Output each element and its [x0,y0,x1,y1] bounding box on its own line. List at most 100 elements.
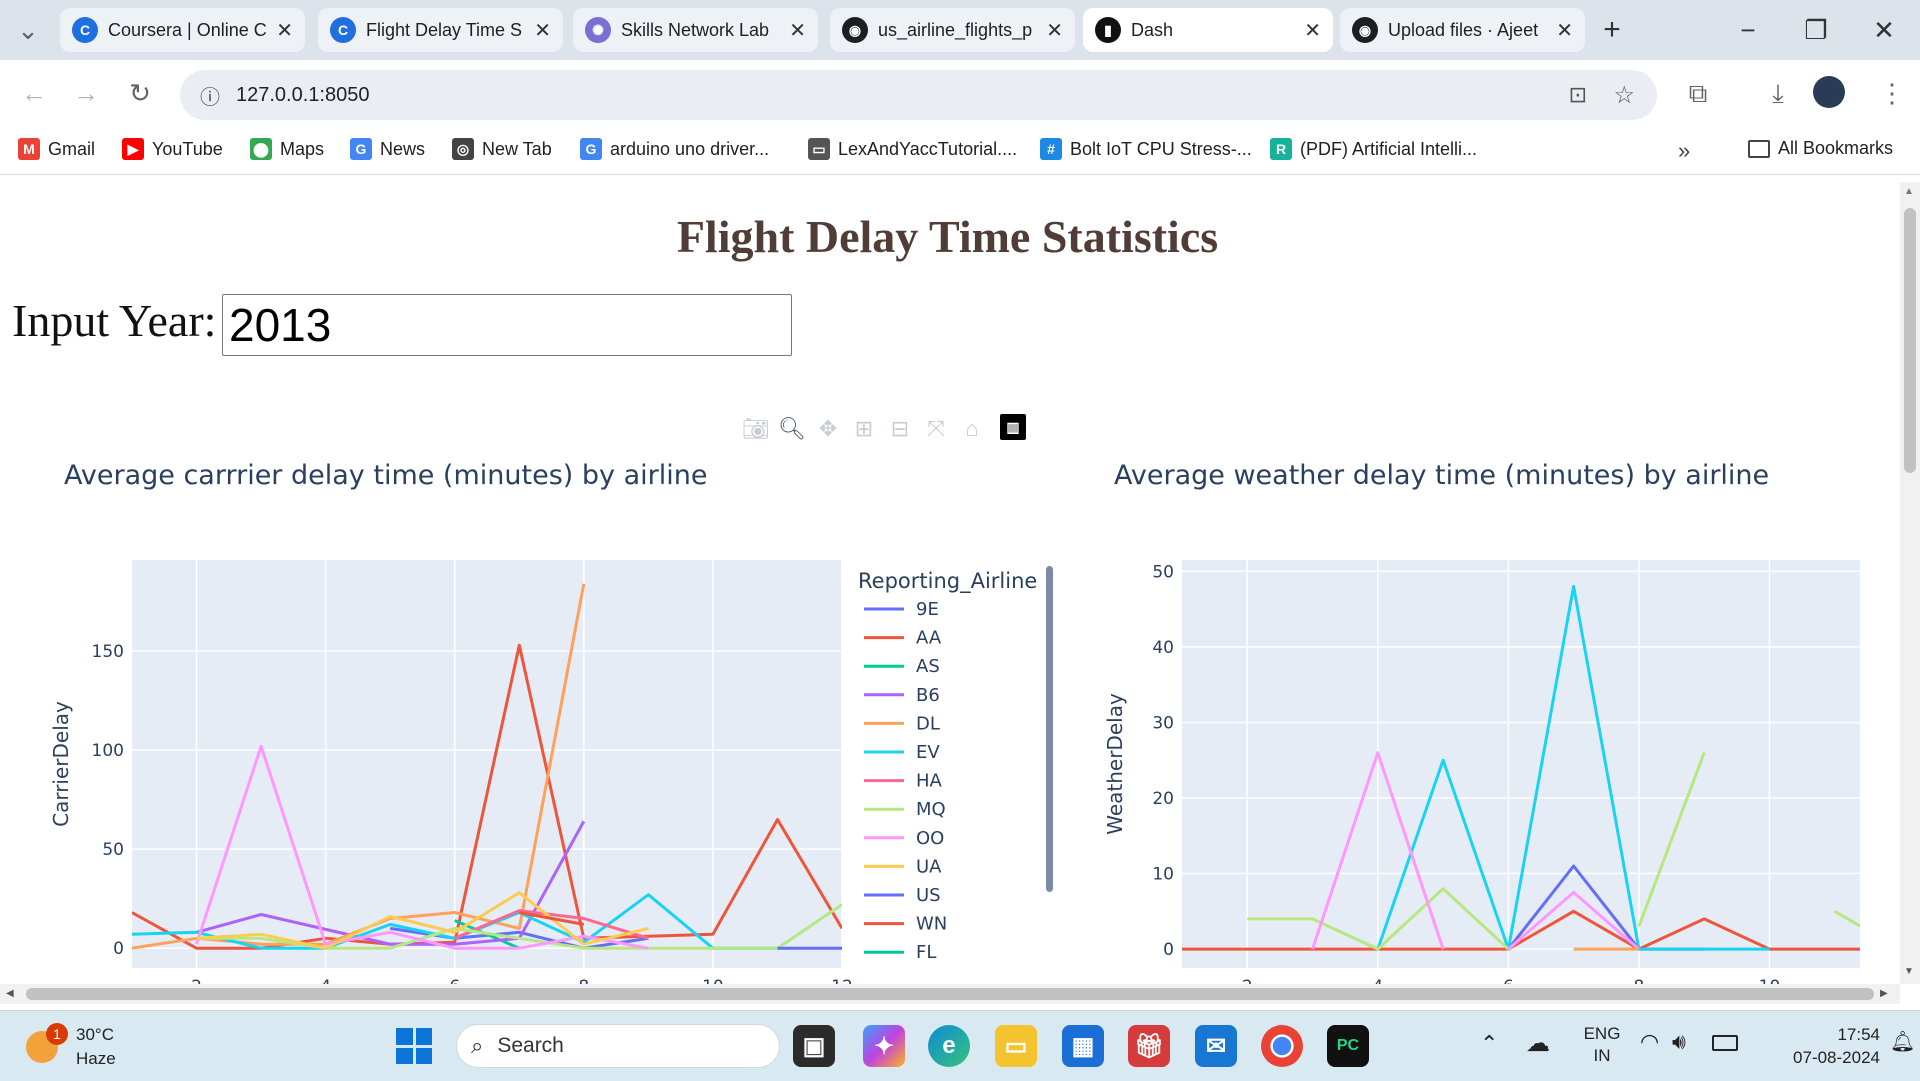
bookmark-3[interactable]: G News [350,138,425,160]
legend-item-9E: 9E [916,599,939,620]
legend-item-MQ: MQ [916,799,946,820]
task-view-icon[interactable]: ▣ [793,1025,835,1067]
new-tab-plus-icon[interactable]: + [1592,10,1632,50]
bookmark-label: YouTube [152,138,223,159]
x-tick-label: 10 [1759,977,1781,984]
y-tick-label: 50 [1152,562,1174,582]
bookmark-4[interactable]: ◎ New Tab [452,138,552,160]
site-info-icon[interactable]: ⓘ [200,81,220,110]
bookmark-label: Maps [280,138,325,159]
tab-close-icon[interactable]: ✕ [1046,18,1063,43]
bookmarks-overflow-icon[interactable]: » [1678,138,1690,164]
tab-title: Dash [1131,19,1174,40]
scroll-left-arrow-icon[interactable]: ◀ [6,988,14,999]
tab-3[interactable]: ◉ us_airline_flights_p ✕ [830,8,1075,52]
profile-avatar[interactable] [1813,76,1845,108]
minimize-icon[interactable]: − [1728,10,1768,50]
weather-widget[interactable]: 1 30°C Haze [26,1023,156,1069]
tab-1[interactable]: C Flight Delay Time S ✕ [318,8,563,52]
chrome-icon[interactable] [1261,1025,1303,1067]
scroll-up-arrow-icon[interactable]: ▲ [1904,186,1914,197]
restore-icon[interactable]: ❐ [1796,10,1836,50]
bookmark-favicon-icon: ▶ [122,138,144,160]
bookmark-1[interactable]: ▶ YouTube [122,138,223,160]
y-tick-label: 100 [92,741,124,761]
tab-close-icon[interactable]: ✕ [276,18,293,43]
lens-icon[interactable]: ⊡ [1569,82,1587,108]
scroll-down-arrow-icon[interactable]: ▼ [1904,966,1914,977]
gift-icon[interactable]: 🎁︎ [1128,1025,1170,1067]
legend-item-US: US [916,885,941,906]
bookmark-0[interactable]: M Gmail [18,138,95,160]
taskbar-search[interactable]: ⌕ Search [456,1024,780,1068]
tab-close-icon[interactable]: ✕ [1556,18,1573,43]
tab-0[interactable]: C Coursera | Online C ✕ [60,8,305,52]
file-explorer-icon[interactable]: ▭ [995,1025,1037,1067]
weather-delay-chart: 2468101201020304050Average weather delay… [1103,460,1860,984]
notification-bell-icon[interactable]: 🔔︎ [1890,1029,1915,1054]
github-icon: ◉ [1352,17,1378,43]
x-tick-label: 8 [578,977,589,984]
all-bookmarks[interactable]: All Bookmarks [1748,138,1893,159]
tab-search-chevron-icon[interactable]: ⌄ [8,10,48,50]
scroll-right-arrow-icon[interactable]: ▶ [1880,988,1888,999]
tab-2[interactable]: ✺ Skills Network Lab ✕ [573,8,818,52]
microsoft-store-icon[interactable]: ▦ [1062,1025,1104,1067]
bookmark-star-icon[interactable]: ☆ [1613,81,1635,110]
pycharm-icon[interactable]: PC [1327,1025,1369,1067]
y-tick-label: 10 [1152,865,1174,885]
legend-item-OO: OO [916,828,944,849]
y-axis-label: CarrierDelay [49,701,73,827]
x-tick-label: 6 [1503,977,1514,984]
bookmark-label: arduino uno driver... [610,138,770,159]
x-tick-label: 12 [831,977,853,984]
reload-icon[interactable]: ↻ [120,73,160,113]
forward-arrow-icon[interactable]: → [66,73,106,113]
close-window-icon[interactable]: ✕ [1864,10,1904,50]
legend-scrollbar [1046,566,1053,892]
clock[interactable]: 17:54 07-08-2024 [1750,1023,1880,1069]
tab-5[interactable]: ◉ Upload files · Ajeet ✕ [1340,8,1585,52]
bookmark-6[interactable]: ▭ LexAndYaccTutorial.... [808,138,1017,160]
volume-icon[interactable]: 🔊︎ [1672,1029,1686,1055]
x-tick-label: 8 [1633,977,1644,984]
taskbar-search-placeholder: Search [497,1034,564,1057]
vertical-scroll-thumb[interactable] [1904,208,1916,473]
plot-area [132,560,842,968]
edge-icon[interactable]: e [928,1025,970,1067]
tab-close-icon[interactable]: ✕ [789,18,806,43]
legend-item-FL: FL [916,942,936,963]
bookmark-7[interactable]: # Bolt IoT CPU Stress-... [1040,138,1252,160]
copilot-icon[interactable]: ✦ [863,1025,905,1067]
extensions-icon[interactable]: ⧉ [1678,73,1718,113]
wifi-icon[interactable]: ◠ [1640,1029,1659,1055]
y-tick-label: 20 [1152,789,1174,809]
onedrive-cloud-icon[interactable]: ☁ [1526,1029,1550,1058]
clock-time: 17:54 [1837,1025,1880,1044]
tab-close-icon[interactable]: ✕ [534,18,551,43]
chart-title: Average carrrier delay time (minutes) by… [64,460,707,491]
mail-icon[interactable]: ✉ [1195,1025,1237,1067]
bookmark-favicon-icon: ◎ [452,138,474,160]
bookmark-5[interactable]: Garduino uno driver... [580,138,769,160]
tray-chevron-up-icon[interactable]: ⌃ [1480,1031,1498,1057]
tab-title: Skills Network Lab [621,19,770,40]
legend-item-AS: AS [916,656,940,677]
horizontal-scroll-thumb[interactable] [26,988,1874,1000]
address-bar[interactable]: ⓘ 127.0.0.1:8050 ⊡ ☆ [180,70,1657,120]
x-tick-label: 4 [320,977,331,984]
tab-4[interactable]: ▮ Dash ✕ [1083,8,1333,52]
x-tick-label: 2 [191,977,202,984]
language-indicator[interactable]: ENG IN [1578,1023,1626,1067]
menu-kebab-icon[interactable]: ⋮ [1872,73,1912,113]
legend-title: Reporting_Airline [858,569,1037,594]
battery-icon[interactable] [1712,1035,1738,1051]
back-arrow-icon[interactable]: ← [14,73,54,113]
downloads-icon[interactable]: ⤓ [1758,73,1798,113]
bookmark-8[interactable]: R (PDF) Artificial Intelli... [1270,138,1477,160]
bookmark-2[interactable]: ⬤ Maps [250,138,324,160]
y-tick-label: 0 [113,939,124,959]
notification-badge: 1 [46,1023,68,1045]
start-windows-icon[interactable] [396,1028,432,1064]
tab-close-icon[interactable]: ✕ [1304,18,1321,43]
